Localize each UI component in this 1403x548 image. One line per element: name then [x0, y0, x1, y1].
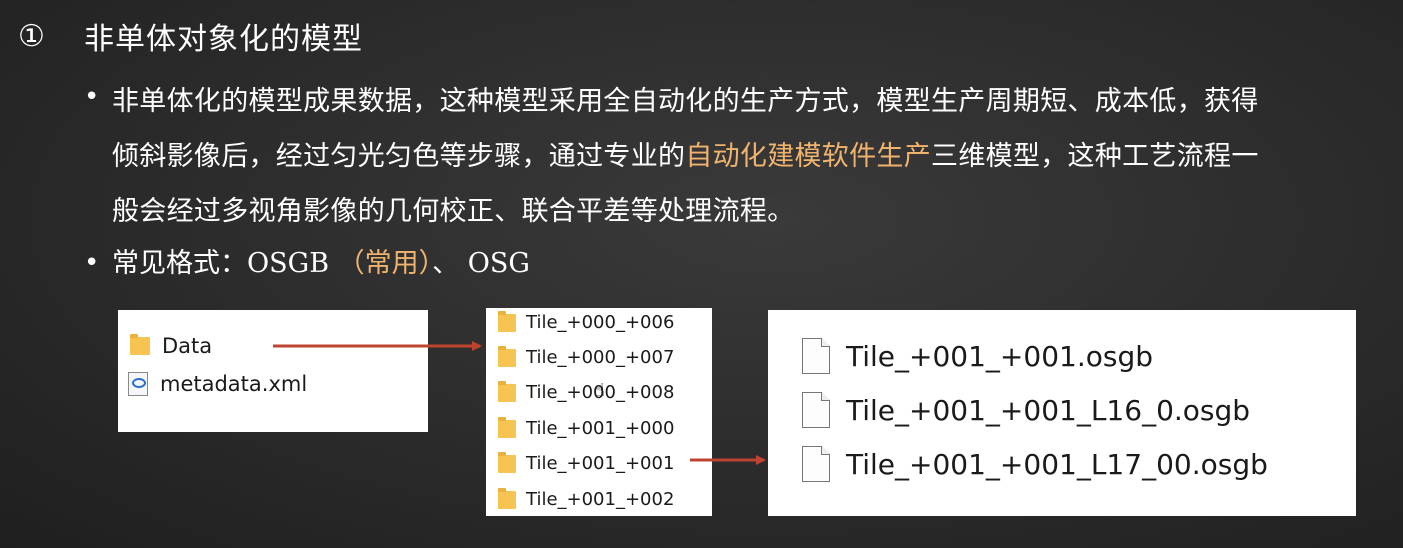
list-item[interactable]: Tile_+001_+002 — [498, 487, 675, 510]
item-label: Tile_+001_+002 — [526, 489, 675, 510]
item-label: Tile_+001_+001 — [526, 453, 675, 474]
root-folder-panel: Data metadata.xml — [118, 310, 428, 432]
folder-icon — [498, 416, 516, 438]
paragraph-line-2-post: 三维模型，这种工艺流程一 — [931, 141, 1259, 172]
file-icon — [802, 392, 830, 428]
file-icon — [802, 338, 830, 374]
list-item[interactable]: Tile_+000_+006 — [498, 310, 675, 333]
description-paragraph: 非单体化的模型成果数据，这种模型采用全自动化的生产方式，模型生产周期短、成本低，… — [112, 74, 1387, 239]
item-label: Data — [162, 334, 213, 358]
format-osg: OSG — [467, 248, 530, 279]
list-item[interactable]: Tile_+000_+008 — [498, 380, 674, 403]
item-label: Tile_+000_+006 — [526, 312, 675, 333]
list-item-data-folder[interactable]: Data — [130, 334, 212, 358]
list-item-metadata-file[interactable]: metadata.xml — [128, 372, 307, 396]
list-item[interactable]: Tile_+001_+001_L17_00.osgb — [802, 446, 1268, 482]
item-label: Tile_+001_+001_L17_00.osgb — [846, 447, 1268, 481]
paragraph-line-2-pre: 倾斜影像后，经过匀光匀色等步骤，通过专业的 — [112, 141, 686, 172]
paragraph-line-2: 倾斜影像后，经过匀光匀色等步骤，通过专业的自动化建模软件生产三维模型，这种工艺流… — [112, 129, 1387, 184]
format-osgb: OSGB — [247, 248, 330, 279]
format-common-note: （常用） — [337, 248, 433, 279]
folder-icon — [498, 345, 516, 367]
hand-cursor-icon: ☝ — [594, 380, 605, 401]
paragraph-line-1: 非单体化的模型成果数据，这种模型采用全自动化的生产方式，模型生产周期短、成本低，… — [112, 86, 1259, 117]
list-item[interactable]: Tile_+001_+000 — [498, 416, 675, 439]
tiles-folder-panel: Tile_+000_+006 Tile_+000_+007 Tile_+000_… — [486, 308, 712, 516]
folder-icon — [498, 310, 516, 332]
format-separator: 、 — [432, 248, 460, 279]
list-item[interactable]: Tile_+000_+007 — [498, 345, 675, 368]
bullet-icon: • — [84, 82, 100, 112]
file-icon — [802, 446, 830, 482]
folder-icon — [130, 334, 150, 355]
item-label: Tile_+001_+001_L16_0.osgb — [846, 393, 1251, 427]
list-item[interactable]: Tile_+001_+001 — [498, 451, 675, 474]
xml-file-icon — [128, 372, 148, 396]
folder-icon — [498, 380, 516, 402]
item-label: metadata.xml — [160, 372, 308, 396]
item-label: Tile_+001_+001.osgb — [846, 339, 1154, 373]
bullet-icon: • — [84, 248, 100, 278]
section-heading: ① 非单体对象化的模型 — [18, 14, 363, 58]
osgb-files-panel: Tile_+001_+001.osgb Tile_+001_+001_L16_0… — [768, 310, 1356, 516]
circled-number: ① — [18, 18, 45, 54]
folder-icon — [498, 487, 516, 509]
highlight-text: 自动化建模软件生产 — [685, 141, 932, 172]
folder-icon — [498, 451, 516, 473]
section-title: 非单体对象化的模型 — [84, 22, 363, 57]
formats-line: 常见格式：OSGB （常用）、 OSG — [112, 240, 530, 288]
item-label: Tile_+001_+000 — [526, 418, 675, 439]
list-item[interactable]: Tile_+001_+001_L16_0.osgb — [802, 392, 1250, 428]
item-label: Tile_+000_+007 — [526, 347, 675, 368]
paragraph-line-3: 般会经过多视角影像的几何校正、联合平差等处理流程。 — [112, 196, 795, 227]
formats-label: 常见格式： — [112, 248, 247, 279]
list-item[interactable]: Tile_+001_+001.osgb — [802, 338, 1153, 374]
